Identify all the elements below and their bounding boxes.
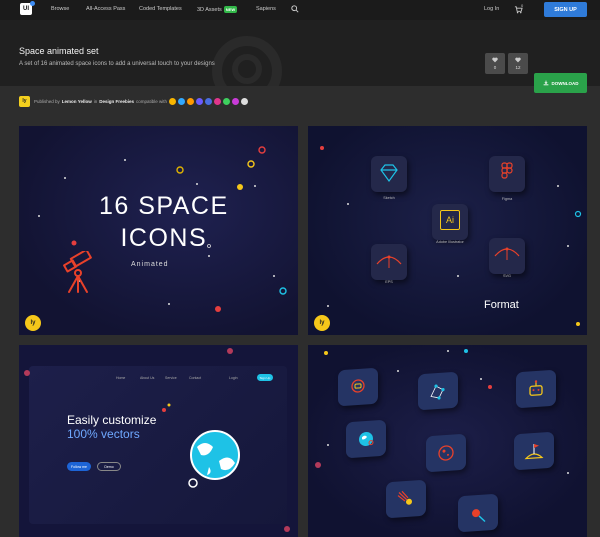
bookmark-icon <box>515 57 521 63</box>
figma-logo-icon <box>501 162 513 179</box>
svg-icon <box>232 97 240 105</box>
figma-label: Figma <box>501 197 513 201</box>
preview-card-1[interactable]: 16 SPACE ICONS Animated ly <box>19 126 298 335</box>
save-count: 12 <box>515 65 521 70</box>
nav-link-browse[interactable]: Browse <box>51 6 69 12</box>
satellite-tile <box>458 493 498 533</box>
robot-tile <box>516 369 556 409</box>
logo-dot <box>30 1 35 6</box>
search-icon[interactable] <box>291 5 299 13</box>
sketch-logo-icon <box>380 164 398 183</box>
xd-icon <box>205 97 213 105</box>
illustrator-label: Adobe Illustrator <box>436 240 464 244</box>
nav-link-all-access[interactable]: All-Access Pass <box>86 6 125 12</box>
satellite-icon <box>472 509 486 523</box>
format-caption: Format <box>484 299 519 311</box>
published-by-text: Published by <box>34 98 60 104</box>
author-link[interactable]: Lemon Yellow <box>62 99 92 104</box>
download-button[interactable]: DOWNLOAD <box>534 73 587 93</box>
nav-link-3d-assets-label: 3D Assets <box>197 7 222 13</box>
title-line-2: ICONS <box>120 224 208 252</box>
invision-icon <box>214 97 222 105</box>
logo-text: UI <box>23 6 29 12</box>
globe-tile <box>346 419 386 459</box>
constellation-tile <box>418 371 458 411</box>
ai-logo-icon: Ai <box>440 210 460 230</box>
globe-icon <box>359 431 374 447</box>
lemon-yellow-badge: ly <box>25 315 41 331</box>
nav-link-sapiens[interactable]: Sapiens <box>256 6 276 12</box>
header-decoration-inner <box>232 54 262 84</box>
flag-planet-tile <box>514 431 554 471</box>
photoshop-icon <box>178 97 186 105</box>
astronaut-tile <box>338 367 378 407</box>
new-badge: NEW <box>223 6 238 13</box>
space-icons-title: 16 SPACE ICONS <box>99 190 229 254</box>
like-button[interactable]: 0 <box>485 53 505 74</box>
like-count: 0 <box>493 65 497 70</box>
lottie-icon <box>223 97 231 105</box>
eps-tile <box>371 244 407 280</box>
sketch-label: Sketch <box>383 196 395 200</box>
astronaut-icon <box>351 379 365 393</box>
nav-link-3d-assets[interactable]: 3D Assets NEW <box>197 6 238 13</box>
publisher-avatar-text: ly <box>22 98 27 104</box>
mockup-decorations <box>24 348 290 532</box>
page-title: Space animated set <box>19 46 99 56</box>
robot-icon <box>529 380 543 396</box>
telescope-icon <box>63 251 92 293</box>
animated-caption: Animated <box>131 261 169 268</box>
heart-icon <box>492 57 498 63</box>
category-link[interactable]: Design Freebies <box>99 99 134 104</box>
eps-label: EPS <box>385 280 393 284</box>
in-text: in <box>93 98 98 104</box>
sketch-icon <box>169 97 177 105</box>
svg-label: SVG <box>502 274 512 278</box>
publisher-row: ly Published by Lemon Yellow in Design F… <box>19 95 249 107</box>
login-link[interactable]: Log In <box>484 6 499 12</box>
aftereffects-icon <box>196 97 204 105</box>
page-subtitle: A set of 16 animated space icons to add … <box>19 61 215 67</box>
title-line-1: 16 SPACE <box>99 192 229 220</box>
svg-tile <box>489 238 525 274</box>
ui8-logo[interactable]: UI <box>20 1 35 15</box>
svg-pen-icon <box>494 247 520 260</box>
moon-icon <box>438 445 454 461</box>
illustrator-tile: Ai <box>432 204 468 240</box>
top-nav: UI Browse All-Access Pass Coded Template… <box>0 0 600 20</box>
illustrator-icon <box>187 97 195 105</box>
signup-button[interactable]: SIGN UP <box>544 2 587 17</box>
figma-icon <box>241 97 249 105</box>
nav-link-coded-templates[interactable]: Coded Templates <box>139 6 182 12</box>
cart-count: 0 <box>521 3 524 8</box>
figma-tile <box>489 156 525 192</box>
download-label: DOWNLOAD <box>551 80 579 86</box>
lemon-yellow-badge: ly <box>314 315 330 331</box>
download-icon <box>543 80 548 86</box>
compatible-text: compatible with <box>136 98 168 104</box>
preview-card-3[interactable]: Home About Us Service Contact Login Sign… <box>19 345 298 537</box>
comet-icon <box>397 490 412 505</box>
sketch-tile <box>371 156 407 192</box>
preview-card-4[interactable] <box>308 345 587 537</box>
comet-tile <box>386 479 426 519</box>
save-button[interactable]: 12 <box>508 53 528 74</box>
eps-pen-icon <box>376 255 402 268</box>
publisher-avatar[interactable]: ly <box>19 95 30 107</box>
moon-tile <box>426 433 466 473</box>
flag-planet-icon <box>524 443 544 460</box>
preview-card-2[interactable]: Sketch Figma Ai Adobe Illustrator EPS SV… <box>308 126 587 335</box>
constellation-icon <box>430 384 445 400</box>
